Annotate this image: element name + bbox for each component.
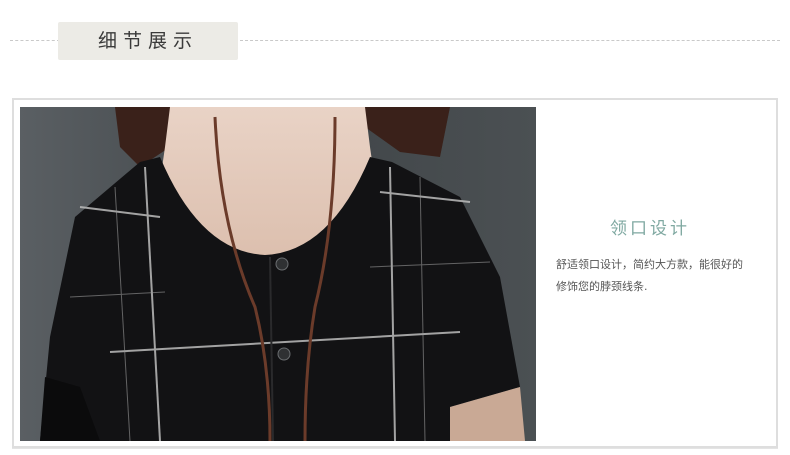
photo-illustration [20, 107, 536, 441]
description-line-2: 修饰您的脖颈线条. [556, 280, 648, 293]
header-divider-left [10, 40, 60, 41]
button-middle [277, 347, 291, 361]
description-line-1: 舒适领口设计，简约大方款，能很好的 [556, 258, 743, 271]
detail-heading: 领口设计 [610, 219, 690, 239]
title-plate: 细节展示 [58, 22, 238, 60]
header-divider-right [240, 40, 780, 41]
bottom-divider [12, 448, 778, 449]
section-title: 细节展示 [97, 30, 198, 52]
button-top [275, 257, 289, 271]
section-header: 细节展示 [0, 0, 790, 80]
detail-description: 舒适领口设计，简约大方款，能很好的 修饰您的脖颈线条. [556, 254, 771, 298]
product-photo [20, 107, 536, 441]
